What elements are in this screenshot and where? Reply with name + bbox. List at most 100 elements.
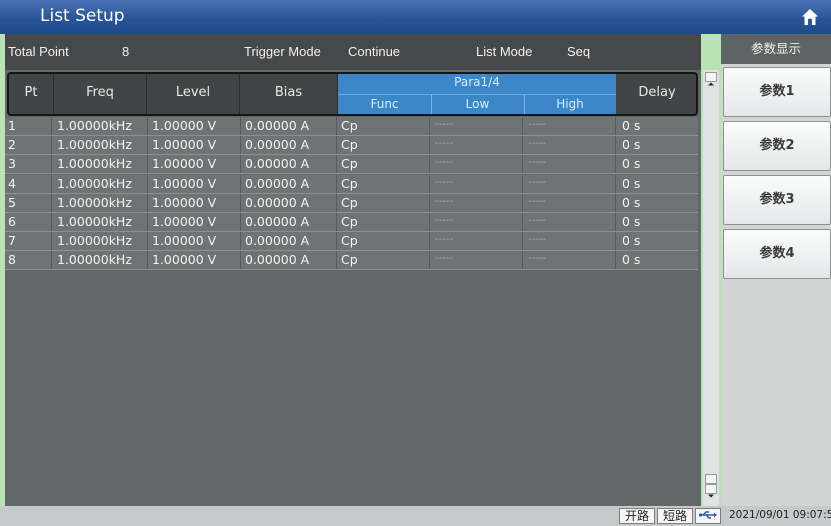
- cell-high[interactable]: -----: [528, 253, 546, 264]
- table-row[interactable]: 1 1.00000kHz 1.00000 V 0.00000 A Cp ----- ----…: [5, 117, 698, 136]
- cell-func[interactable]: Cp: [341, 195, 358, 210]
- cell-low[interactable]: -----: [435, 177, 453, 188]
- cell-level[interactable]: 1.00000 V: [152, 214, 216, 229]
- cell-freq[interactable]: 1.00000kHz: [57, 156, 132, 171]
- cell-func[interactable]: Cp: [341, 252, 358, 267]
- cell-delay[interactable]: 0 s: [622, 214, 640, 229]
- cell-pt[interactable]: 5: [8, 195, 16, 210]
- vertical-scrollbar[interactable]: [703, 70, 719, 506]
- home-icon[interactable]: [800, 7, 820, 27]
- cell-pt[interactable]: 4: [8, 176, 16, 191]
- list-mode-value[interactable]: Seq: [567, 44, 590, 59]
- cell-pt[interactable]: 6: [8, 214, 16, 229]
- cell-delay[interactable]: 0 s: [622, 137, 640, 152]
- cell-freq[interactable]: 1.00000kHz: [57, 137, 132, 152]
- cell-divider: [336, 136, 337, 155]
- cell-low[interactable]: -----: [435, 196, 453, 207]
- cell-level[interactable]: 1.00000 V: [152, 137, 216, 152]
- param-4-button[interactable]: 参数4: [723, 229, 831, 279]
- param-3-button[interactable]: 参数3: [723, 175, 831, 225]
- cell-divider: [240, 213, 241, 231]
- cell-pt[interactable]: 3: [8, 156, 16, 171]
- cell-level[interactable]: 1.00000 V: [152, 233, 216, 248]
- table-row[interactable]: 2 1.00000kHz 1.00000 V 0.00000 A Cp ----- ----…: [5, 136, 698, 156]
- cell-freq[interactable]: 1.00000kHz: [57, 176, 132, 191]
- cell-bias[interactable]: 0.00000 A: [245, 156, 309, 171]
- cell-low[interactable]: -----: [435, 119, 453, 130]
- cell-delay[interactable]: 0 s: [622, 156, 640, 171]
- open-circuit-indicator[interactable]: 开路: [619, 508, 655, 524]
- cell-delay[interactable]: 0 s: [622, 118, 640, 133]
- cell-bias[interactable]: 0.00000 A: [245, 137, 309, 152]
- cell-level[interactable]: 1.00000 V: [152, 195, 216, 210]
- total-point-value[interactable]: 8: [122, 44, 129, 59]
- cell-divider: [51, 136, 52, 155]
- cell-divider: [147, 155, 148, 174]
- cell-high[interactable]: -----: [528, 157, 546, 168]
- cell-pt[interactable]: 1: [8, 118, 16, 133]
- cell-divider: [147, 232, 148, 251]
- cell-func[interactable]: Cp: [341, 118, 358, 133]
- cell-bias[interactable]: 0.00000 A: [245, 118, 309, 133]
- cell-level[interactable]: 1.00000 V: [152, 156, 216, 171]
- scroll-up-button[interactable]: [705, 72, 717, 86]
- cell-level[interactable]: 1.00000 V: [152, 118, 216, 133]
- cell-level[interactable]: 1.00000 V: [152, 176, 216, 191]
- cell-low[interactable]: -----: [435, 138, 453, 149]
- cell-divider: [429, 193, 430, 212]
- cell-divider: [240, 193, 241, 212]
- header-freq: Freq: [86, 85, 114, 100]
- scroll-down-button[interactable]: [705, 484, 717, 498]
- cell-freq[interactable]: 1.00000kHz: [57, 233, 132, 248]
- cell-func[interactable]: Cp: [341, 156, 358, 171]
- param-2-button[interactable]: 参数2: [723, 121, 831, 171]
- table-row[interactable]: 3 1.00000kHz 1.00000 V 0.00000 A Cp ----- ----…: [5, 155, 698, 175]
- cell-bias[interactable]: 0.00000 A: [245, 214, 309, 229]
- cell-pt[interactable]: 7: [8, 233, 16, 248]
- side-panel: 参数显示 参数1 参数2 参数3 参数4: [721, 34, 831, 506]
- cell-bias[interactable]: 0.00000 A: [245, 176, 309, 191]
- cell-high[interactable]: -----: [528, 177, 546, 188]
- cell-high[interactable]: -----: [528, 138, 546, 149]
- param-1-button[interactable]: 参数1: [723, 67, 831, 117]
- scroll-page-up-button[interactable]: [705, 474, 717, 488]
- cell-low[interactable]: -----: [435, 234, 453, 245]
- cell-pt[interactable]: 8: [8, 252, 16, 267]
- table-row[interactable]: 7 1.00000kHz 1.00000 V 0.00000 A Cp ----- ----…: [5, 232, 698, 252]
- table-row[interactable]: 6 1.00000kHz 1.00000 V 0.00000 A Cp ----- ----…: [5, 213, 698, 232]
- cell-delay[interactable]: 0 s: [622, 252, 640, 267]
- cell-low[interactable]: -----: [435, 253, 453, 264]
- cell-level[interactable]: 1.00000 V: [152, 252, 216, 267]
- cell-freq[interactable]: 1.00000kHz: [57, 195, 132, 210]
- cell-high[interactable]: -----: [528, 196, 546, 207]
- cell-freq[interactable]: 1.00000kHz: [57, 214, 132, 229]
- header-delay: Delay: [638, 85, 676, 100]
- cell-freq[interactable]: 1.00000kHz: [57, 118, 132, 133]
- trigger-mode-value[interactable]: Continue: [348, 44, 400, 59]
- table-row[interactable]: 5 1.00000kHz 1.00000 V 0.00000 A Cp ----- ----…: [5, 193, 698, 213]
- cell-bias[interactable]: 0.00000 A: [245, 233, 309, 248]
- cell-low[interactable]: -----: [435, 215, 453, 226]
- cell-delay[interactable]: 0 s: [622, 176, 640, 191]
- short-circuit-indicator[interactable]: 短路: [657, 508, 693, 524]
- cell-pt[interactable]: 2: [8, 137, 16, 152]
- cell-divider: [615, 155, 616, 174]
- cell-divider: [147, 174, 148, 193]
- cell-delay[interactable]: 0 s: [622, 195, 640, 210]
- table-row[interactable]: 8 1.00000kHz 1.00000 V 0.00000 A Cp ----- ----…: [5, 251, 698, 271]
- cell-delay[interactable]: 0 s: [622, 233, 640, 248]
- cell-high[interactable]: -----: [528, 215, 546, 226]
- cell-bias[interactable]: 0.00000 A: [245, 252, 309, 267]
- cell-freq[interactable]: 1.00000kHz: [57, 252, 132, 267]
- table-row[interactable]: 4 1.00000kHz 1.00000 V 0.00000 A Cp ----- ----…: [5, 174, 698, 194]
- cell-func[interactable]: Cp: [341, 233, 358, 248]
- cell-func[interactable]: Cp: [341, 176, 358, 191]
- cell-high[interactable]: -----: [528, 234, 546, 245]
- cell-func[interactable]: Cp: [341, 137, 358, 152]
- trigger-mode-label: Trigger Mode: [244, 44, 321, 59]
- para-group-header[interactable]: Para1/4: [338, 74, 616, 94]
- cell-bias[interactable]: 0.00000 A: [245, 195, 309, 210]
- cell-func[interactable]: Cp: [341, 214, 358, 229]
- cell-low[interactable]: -----: [435, 157, 453, 168]
- cell-high[interactable]: -----: [528, 119, 546, 130]
